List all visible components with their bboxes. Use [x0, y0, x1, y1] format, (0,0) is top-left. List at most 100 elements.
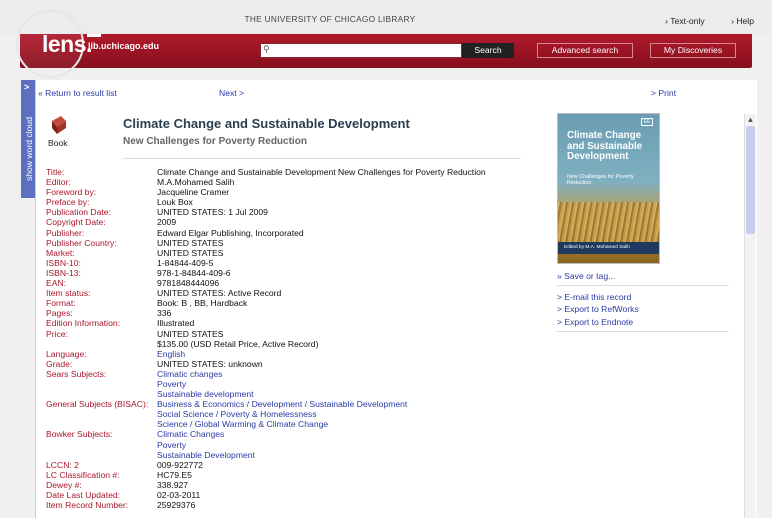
field-row: Format: Book: B , BB, Hardback: [46, 298, 526, 308]
field-value: UNITED STATES: [157, 328, 224, 339]
book-cover-image: EE Climate Change and Sustainable Develo…: [557, 113, 660, 264]
field-values: UNITED STATES: Active Record: [157, 288, 526, 298]
save-or-tag-link[interactable]: » Save or tag...: [557, 270, 729, 282]
word-cloud-tab[interactable]: > show word cloud: [21, 80, 35, 198]
field-row: Dewey #: 338.927: [46, 480, 526, 490]
print-link[interactable]: > Print: [651, 88, 676, 98]
search-input[interactable]: [260, 43, 462, 58]
field-value-link[interactable]: Poverty: [157, 379, 526, 389]
return-to-results-link[interactable]: « Return to result list: [38, 88, 117, 98]
field-label: Price:: [46, 328, 68, 339]
export-refworks-link[interactable]: > Export to RefWorks: [557, 303, 729, 315]
top-bar: THE UNIVERSITY OF CHICAGO LIBRARY › Text…: [0, 0, 772, 34]
field-value: 9781848444096: [157, 278, 220, 289]
field-value: Louk Box: [157, 197, 193, 208]
field-label: Item Record Number:: [46, 500, 129, 511]
publisher-mark: EE: [641, 118, 653, 126]
field-row: Foreword by: Jacqueline Cramer: [46, 187, 526, 197]
field-value-link[interactable]: Poverty: [157, 440, 526, 450]
field-values: Climatic Changes Poverty Sustainable Devel…: [157, 429, 526, 459]
lens-logo[interactable]: lens.: [42, 31, 92, 58]
field-value: UNITED STATES: 1 Jul 2009: [157, 207, 268, 218]
field-values: 2009: [157, 217, 526, 227]
field-value-link[interactable]: Sustainable Development: [157, 450, 526, 460]
field-value-link[interactable]: Science / Global Warming & Climate Chang…: [157, 419, 526, 429]
field-row: Editor: M.A.Mohamed Salih: [46, 177, 526, 187]
cover-editor: Edited by M.A. Mohamed Salih: [564, 245, 630, 250]
field-row: Pages: 336: [46, 308, 526, 318]
field-value-link[interactable]: Social Science / Poverty & Homelessness: [157, 409, 526, 419]
field-row: Copyright Date: 2009: [46, 217, 526, 227]
field-label: LCCN: 2: [46, 459, 79, 470]
scrollbar-thumb[interactable]: [746, 126, 755, 234]
next-link[interactable]: Next >: [219, 88, 244, 98]
field-row: Publisher: Edward Elgar Publishing, Incor…: [46, 228, 526, 238]
record-subtitle: New Challenges for Poverty Reduction: [123, 136, 307, 147]
logo-domain: lib.uchicago.edu: [88, 41, 160, 51]
field-label: Date Last Updated:: [46, 490, 121, 500]
field-row: Edition Information: Illustrated: [46, 318, 526, 328]
field-row: Date Last Updated: 02-03-2011: [46, 490, 526, 500]
field-row: Bowker Subjects: Climatic Changes Poverty S…: [46, 429, 526, 459]
help-link[interactable]: › Help: [731, 16, 754, 26]
search-icon: ⚲: [263, 44, 270, 54]
field-label: Item status:: [46, 288, 91, 299]
field-label: Foreword by:: [46, 187, 97, 198]
field-value: M.A.Mohamed Salih: [157, 177, 235, 188]
field-value: $135.00 (USD Retail Price, Active Record…: [157, 338, 319, 349]
field-values: Edward Elgar Publishing, Incorporated: [157, 228, 526, 238]
field-value: 1-84844-409-5: [157, 257, 214, 268]
field-value: 25929376: [157, 500, 196, 511]
field-value-link[interactable]: Business & Economics / Development / Sus…: [157, 399, 526, 409]
export-endnote-link[interactable]: > Export to Endnote: [557, 316, 729, 328]
field-value: Jacqueline Cramer: [157, 187, 230, 198]
field-values: Book: B , BB, Hardback: [157, 298, 526, 308]
field-values: 25929376: [157, 500, 526, 510]
cover-title: Climate Change and Sustainable Developme…: [567, 130, 643, 162]
field-label: Grade:: [46, 358, 73, 369]
field-value-link[interactable]: English: [157, 349, 526, 359]
field-values: 978-1-84844-409-6: [157, 268, 526, 278]
field-values: 1-84844-409-5: [157, 258, 526, 268]
field-label: Language:: [46, 348, 87, 359]
field-value: UNITED STATES: [157, 247, 224, 258]
cover-subtitle: New Challenges for Poverty Reduction: [567, 174, 634, 186]
logo-mark: [87, 34, 101, 37]
field-label: EAN:: [46, 278, 67, 289]
field-values: UNITED STATES: 1 Jul 2009: [157, 207, 526, 217]
field-values: UNITED STATES: [157, 248, 526, 258]
field-values: Jacqueline Cramer: [157, 187, 526, 197]
text-only-link[interactable]: › Text-only: [665, 16, 705, 26]
field-label: Format:: [46, 298, 76, 309]
field-row: ISBN-10: 1-84844-409-5: [46, 258, 526, 268]
field-value: Climate Change and Sustainable Developme…: [157, 167, 486, 177]
field-row: Sears Subjects: Climatic changes Poverty Su…: [46, 369, 526, 399]
field-label: ISBN-10:: [46, 257, 81, 268]
actions-divider-bottom: [557, 330, 729, 332]
scroll-up-arrow-icon[interactable]: ▲: [745, 114, 756, 125]
field-row: Price: UNITED STATES $135.00 (USD Retail P…: [46, 329, 526, 349]
word-cloud-label: show word cloud: [24, 117, 34, 182]
field-label: Publisher Country:: [46, 237, 117, 248]
expand-arrow-icon: >: [24, 82, 30, 92]
record-actions: » Save or tag... > E-mail this record > …: [557, 270, 729, 337]
field-row: General Subjects (BISAC): Business & Econ…: [46, 399, 526, 429]
field-label: ISBN-13:: [46, 267, 81, 278]
field-value: UNITED STATES: [157, 237, 224, 248]
my-discoveries-button[interactable]: My Discoveries: [650, 43, 736, 58]
field-values: 338.927: [157, 480, 526, 490]
field-row: Language: English: [46, 349, 526, 359]
title-divider: [123, 158, 521, 159]
field-value-link[interactable]: Sustainable development: [157, 389, 526, 399]
advanced-search-button[interactable]: Advanced search: [537, 43, 633, 58]
top-links: › Text-only › Help: [641, 16, 754, 26]
email-record-link[interactable]: > E-mail this record: [557, 291, 729, 303]
field-value-link[interactable]: Climatic changes: [157, 369, 526, 379]
field-row: Preface by: Louk Box: [46, 197, 526, 207]
cover-wheat-graphic: [558, 202, 659, 242]
field-label: Sears Subjects:: [46, 368, 107, 379]
field-value-link[interactable]: Climatic Changes: [157, 429, 526, 439]
search-button[interactable]: Search: [462, 43, 514, 58]
field-value: 338.927: [157, 479, 189, 490]
record-fields: Title: Climate Change and Sustainable Dev…: [46, 167, 526, 510]
